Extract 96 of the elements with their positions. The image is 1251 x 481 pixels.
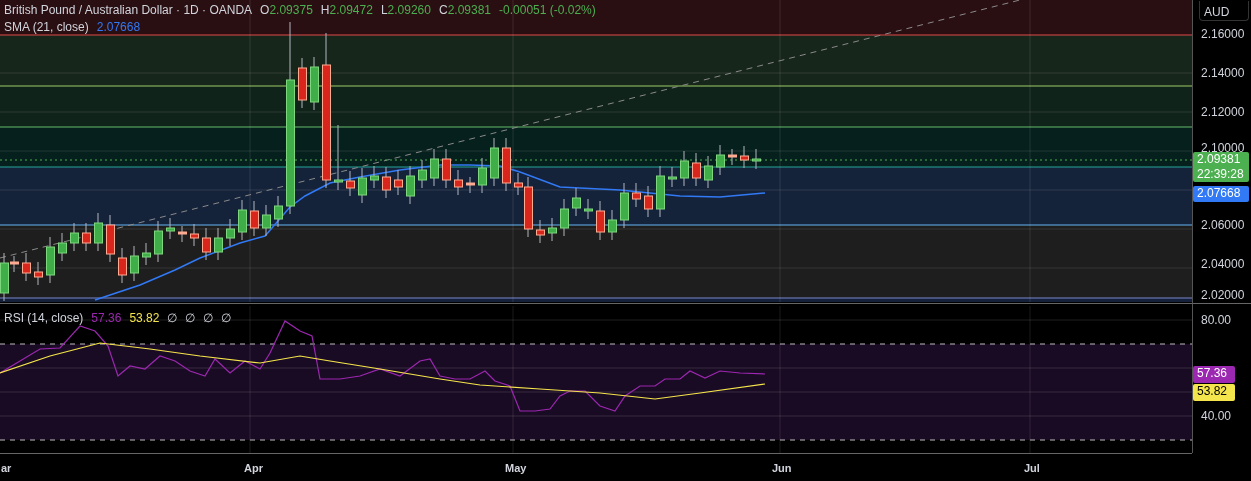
candlestick [82, 222, 91, 252]
rsi-tick: 40.00 [1201, 409, 1232, 423]
candlestick [668, 166, 677, 188]
ohlc-label: O [260, 3, 270, 17]
indicator-name: SMA (21, close) [4, 19, 89, 36]
ohlc-label: C [438, 3, 448, 17]
candlestick [442, 148, 451, 189]
candlestick [142, 242, 151, 266]
candlestick [70, 222, 79, 252]
candlestick [274, 195, 283, 228]
candlestick [704, 155, 713, 189]
candlestick [394, 169, 403, 196]
candlestick [430, 148, 439, 187]
candlestick [202, 227, 211, 261]
price-tick: 2.06000 [1201, 218, 1245, 232]
candlestick [572, 187, 581, 217]
candlestick [752, 148, 761, 170]
candlestick [680, 150, 689, 187]
candlestick [94, 212, 103, 252]
date-label: Jun [772, 461, 792, 476]
candlestick [608, 209, 617, 241]
indicator-value: 2.07668 [96, 19, 141, 36]
price-tick: 2.12000 [1201, 105, 1245, 119]
date-label: Jul [1024, 461, 1040, 476]
candlestick [382, 166, 391, 199]
indicator-value: 53.82 [129, 310, 160, 327]
price-tick: 2.14000 [1201, 66, 1245, 80]
price-change: -0.00051 (-0.02%) [499, 2, 596, 19]
candlestick [536, 219, 545, 244]
candlestick [262, 204, 271, 237]
indicator-value: ∅ [185, 310, 196, 327]
candlestick [238, 199, 247, 241]
candlestick [596, 200, 605, 241]
candlestick [548, 217, 557, 242]
rsi-tick: 80.00 [1201, 313, 1232, 327]
indicator-value: ∅ [221, 310, 232, 327]
candlestick [584, 198, 593, 220]
candlestick [250, 200, 259, 237]
ohlc-value: 2.09375 [269, 3, 313, 17]
candlestick [478, 157, 487, 194]
ohlc-value: 2.09260 [387, 3, 431, 17]
date-label: ar [1, 461, 12, 476]
date-label: May [505, 461, 527, 476]
candlestick [190, 223, 199, 247]
candlestick [632, 182, 641, 208]
candlestick [692, 152, 701, 187]
candlestick [310, 56, 319, 111]
candlestick [298, 57, 307, 109]
candlestick [334, 124, 343, 191]
candlestick [740, 145, 749, 169]
candlestick [644, 185, 653, 218]
candlestick [406, 165, 415, 205]
last-price-label: 2.09381 22:39:28 [1193, 152, 1249, 182]
candlestick [118, 247, 127, 284]
indicator-name: RSI (14, close) [4, 310, 84, 327]
candlestick [418, 159, 427, 189]
price-tick: 2.10000 [1201, 141, 1245, 155]
candlestick [370, 165, 379, 189]
candlestick [490, 137, 499, 187]
candlestick [466, 176, 475, 194]
candlestick [656, 165, 665, 218]
ohlc-value: 2.09381 [447, 3, 492, 17]
price-tick: 2.02000 [1201, 288, 1245, 302]
candlestick [22, 252, 31, 282]
candlestick [154, 220, 163, 263]
candlestick [178, 225, 187, 243]
rsi-value-label: 53.82 [1193, 384, 1235, 401]
sma-price-label: 2.07668 [1193, 186, 1249, 202]
candlestick [106, 214, 115, 263]
ohlc-label: H [320, 3, 330, 17]
candlestick [34, 261, 43, 286]
symbol-title: British Pound / Australian Dollar · 1D · OANDA [4, 2, 253, 19]
candlestick [346, 170, 355, 197]
candlestick [560, 198, 569, 237]
candlestick [226, 218, 235, 247]
ohlc-value: 2.09472 [329, 3, 373, 17]
candlestick [130, 245, 139, 282]
date-label: Apr [244, 461, 263, 476]
candlestick [454, 169, 463, 196]
ohlc-label: L [380, 3, 388, 17]
candlestick [58, 232, 67, 262]
candlestick [502, 137, 511, 192]
currency-button[interactable]: AUD [1199, 1, 1249, 21]
candlestick [214, 227, 223, 261]
indicator-value: 57.36 [91, 310, 122, 327]
candlestick [358, 167, 367, 204]
rsi-value-label: 57.36 [1193, 366, 1235, 383]
candlestick [46, 236, 55, 284]
candlestick [166, 217, 175, 240]
candlestick [620, 182, 629, 229]
candlestick [716, 144, 725, 176]
price-tick: 2.16000 [1201, 27, 1245, 41]
indicator-value: ∅ [167, 310, 178, 327]
price-tick: 2.04000 [1201, 257, 1245, 271]
candlestick [728, 148, 737, 166]
indicator-value: ∅ [203, 310, 214, 327]
